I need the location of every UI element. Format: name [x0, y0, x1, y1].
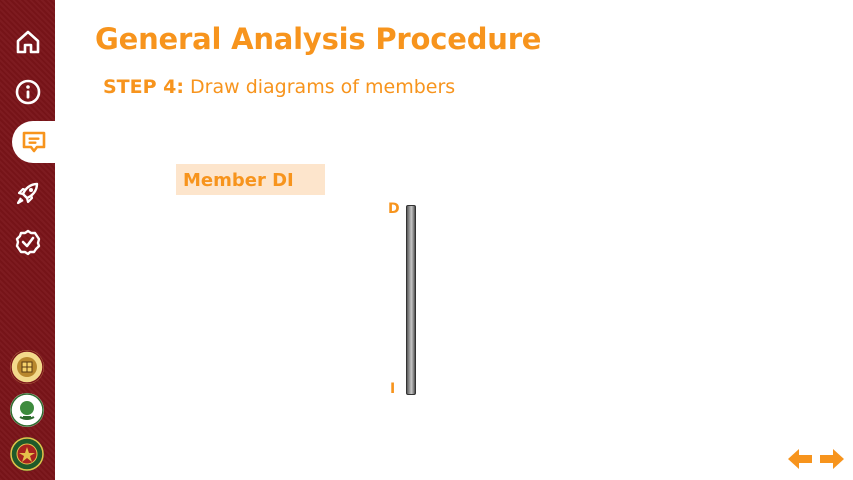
left-arrow-icon[interactable]	[786, 446, 814, 472]
step-heading: STEP 4: Draw diagrams of members	[103, 76, 455, 98]
rocket-icon	[16, 182, 38, 205]
home-icon	[16, 30, 39, 54]
right-arrow-icon[interactable]	[818, 446, 846, 472]
info-icon	[15, 79, 40, 105]
member-label: Member DI	[176, 164, 325, 195]
sidebar-item-rocket[interactable]	[0, 173, 55, 213]
sidebar	[0, 0, 55, 480]
sidebar-item-home[interactable]	[0, 22, 55, 62]
department-seal-logo	[10, 393, 44, 427]
node-label-top: D	[388, 201, 400, 217]
sidebar-item-chat[interactable]	[12, 121, 55, 163]
chat-icon	[22, 131, 46, 153]
check-circle-icon	[15, 229, 40, 256]
sidebar-item-check[interactable]	[0, 222, 55, 262]
college-seal-logo	[10, 350, 44, 384]
node-label-bottom: I	[390, 381, 396, 397]
university-seal-logo	[10, 437, 44, 471]
page-title: General Analysis Procedure	[95, 22, 542, 56]
step-text: Draw diagrams of members	[190, 76, 456, 98]
step-label: STEP 4:	[103, 76, 184, 98]
member-bar	[406, 205, 416, 395]
sidebar-item-info[interactable]	[0, 72, 55, 112]
